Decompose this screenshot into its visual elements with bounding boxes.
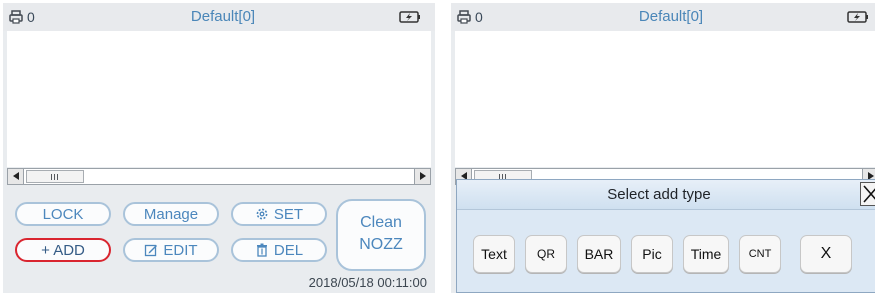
gear-icon (256, 208, 268, 220)
set-label: SET (273, 205, 304, 223)
add-type-screen: 0 Default[0] Select add type Text QR BAR… (451, 3, 875, 293)
printer-icon (9, 10, 23, 24)
label-canvas[interactable] (455, 31, 875, 167)
add-label: + ADD (41, 241, 85, 259)
lock-button[interactable]: LOCK (15, 202, 111, 226)
edit-icon (145, 244, 158, 257)
add-qr-label: QR (537, 247, 555, 261)
manage-button[interactable]: Manage (123, 202, 219, 226)
add-counter-button[interactable]: CNT (739, 235, 781, 273)
arrow-left-icon (13, 172, 19, 180)
add-barcode-label: BAR (584, 246, 614, 262)
battery-charging-icon (847, 11, 868, 23)
datetime: 2018/05/18 00:11:00 (308, 275, 427, 290)
close-icon (863, 185, 875, 203)
select-add-type-dialog: Select add type Text QR BAR Pic Time CNT (456, 179, 875, 293)
status-bar: 0 Default[0] (3, 3, 435, 31)
delete-label: DEL (273, 241, 304, 259)
scroll-right-button[interactable] (414, 169, 430, 184)
printer-icon (457, 10, 471, 24)
manage-label: Manage (143, 205, 199, 223)
add-picture-button[interactable]: Pic (631, 235, 673, 273)
lock-label: LOCK (42, 205, 84, 223)
add-time-label: Time (690, 246, 722, 262)
clean-label: Clean (360, 214, 402, 231)
dialog-close-button[interactable] (860, 182, 875, 206)
edit-button[interactable]: EDIT (123, 238, 219, 262)
add-picture-label: Pic (642, 246, 662, 262)
cancel-label: X (820, 245, 832, 262)
clean-nozzle-button[interactable]: Clean NOZZ (336, 199, 426, 271)
status-bar: 0 Default[0] (451, 3, 875, 31)
horizontal-scrollbar[interactable] (7, 168, 431, 185)
scroll-thumb[interactable] (26, 170, 84, 183)
template-title: Default[0] (638, 8, 704, 25)
trash-icon (256, 243, 267, 257)
scroll-left-button[interactable] (8, 169, 24, 184)
print-counter: 0 (475, 9, 483, 25)
arrow-right-icon (420, 172, 426, 180)
grip-icon (51, 174, 59, 180)
battery-charging-icon (399, 11, 420, 23)
cancel-button[interactable]: X (800, 235, 852, 273)
add-counter-label: CNT (748, 248, 772, 260)
add-button[interactable]: + ADD (15, 238, 111, 262)
dialog-title: Select add type (607, 186, 711, 203)
add-text-button[interactable]: Text (473, 235, 515, 273)
add-text-label: Text (481, 246, 507, 262)
dialog-header: Select add type (457, 180, 875, 210)
add-qr-button[interactable]: QR (525, 235, 567, 273)
print-counter: 0 (27, 9, 35, 25)
template-title: Default[0] (190, 8, 256, 25)
delete-button[interactable]: DEL (231, 238, 327, 262)
nozzle-label: NOZZ (359, 236, 403, 253)
add-barcode-button[interactable]: BAR (577, 235, 621, 273)
edit-label: EDIT (163, 241, 198, 259)
set-button[interactable]: SET (231, 202, 327, 226)
add-time-button[interactable]: Time (683, 235, 729, 273)
main-screen: 0 Default[0] LOCK Manage SET + ADD EDIT … (3, 3, 435, 293)
label-canvas[interactable] (7, 31, 431, 167)
